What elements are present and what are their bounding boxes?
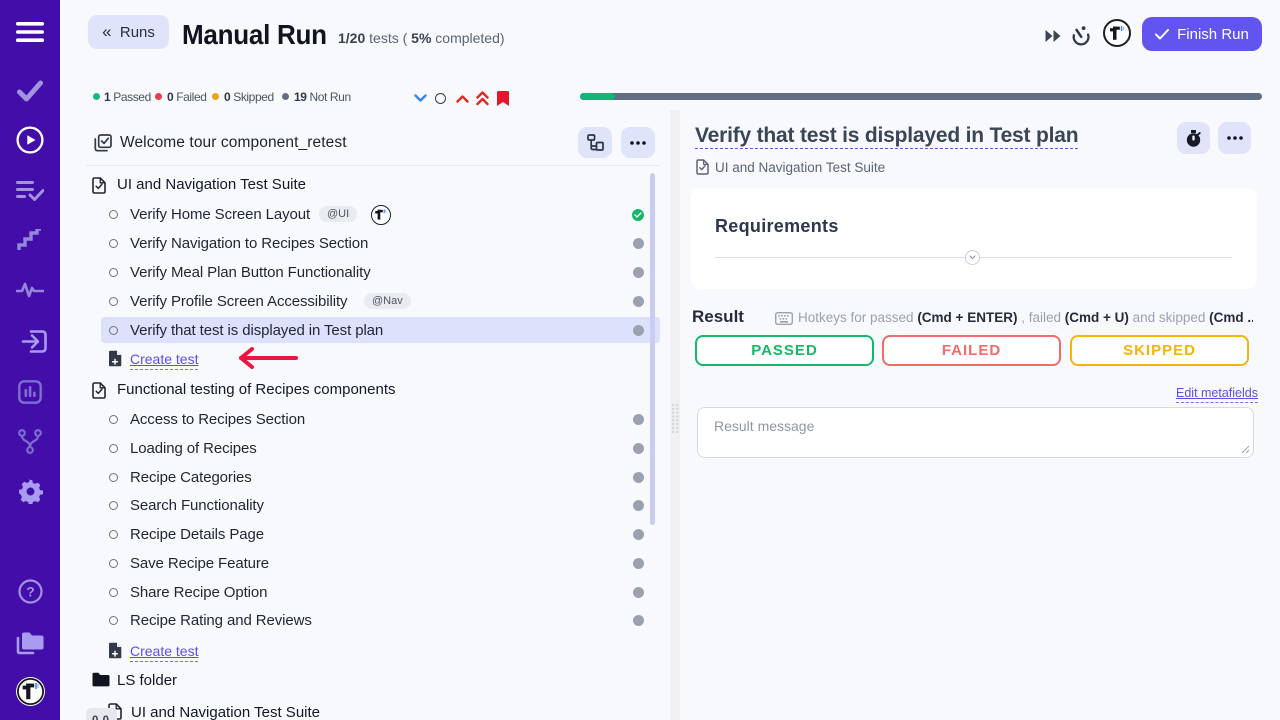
svg-text:?: ? (26, 584, 35, 600)
